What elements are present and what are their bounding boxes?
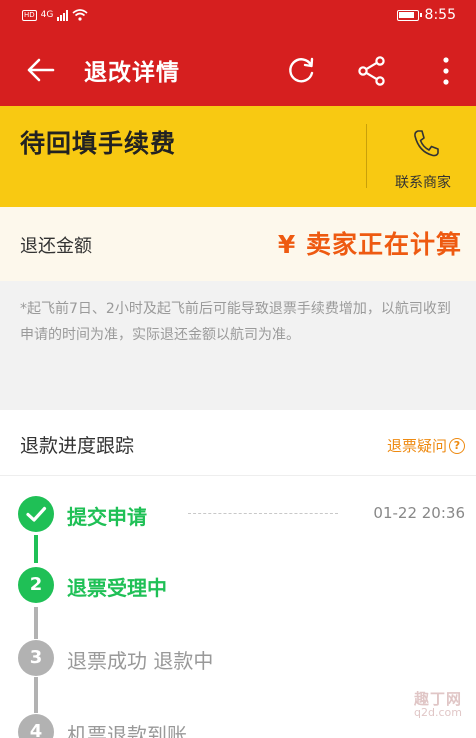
network-type: 4G — [40, 10, 54, 20]
progress-header: 退款进度跟踪 退票疑问 ? — [0, 410, 476, 476]
clock: 8:55 — [424, 7, 456, 23]
step-number: 2 — [18, 567, 54, 603]
status-banner: 待回填手续费 联系商家 — [0, 106, 476, 207]
order-status: 待回填手续费 — [20, 129, 177, 158]
contact-seller-button[interactable]: 联系商家 — [370, 122, 476, 194]
battery-icon — [396, 9, 422, 21]
status-indicators: HD 4G — [22, 9, 88, 21]
divider — [366, 124, 367, 188]
signal-icon — [57, 9, 69, 21]
step-dashed-line — [188, 513, 338, 514]
progress-step: 2 退票受理中 — [0, 567, 476, 607]
refund-faq-link[interactable]: 退票疑问 ? — [387, 435, 465, 456]
share-icon[interactable] — [356, 55, 388, 87]
step-label: 机票退款到账 — [67, 723, 187, 738]
progress-step: 提交申请 01-22 20:36 — [0, 496, 476, 536]
progress-connector — [34, 535, 38, 563]
step-label: 退票成功 退款中 — [67, 649, 214, 673]
progress-step: 3 退票成功 退款中 — [0, 640, 476, 680]
hd-icon: HD — [22, 9, 37, 21]
back-arrow-icon[interactable] — [26, 57, 56, 83]
watermark-text: 趣丁网 — [413, 690, 462, 708]
refund-amount-label: 退还金额 — [20, 236, 92, 257]
refund-amount-value: ¥ 卖家正在计算 — [277, 230, 462, 259]
refund-amount-row: 退还金额 ¥ 卖家正在计算 — [0, 207, 476, 281]
step-done-badge — [18, 496, 54, 532]
refund-note: *起飞前7日、2小时及起飞前后可能导致退票手续费增加，以航司收到申请的时间为准，… — [0, 281, 476, 399]
refund-progress-card: 退款进度跟踪 退票疑问 ? 提交申请 01-22 20:36 2 退票受理中 3… — [0, 410, 476, 738]
check-icon — [26, 506, 47, 522]
watermark: 趣丁网 q2d.com — [408, 692, 468, 720]
status-right: 8:55 — [396, 7, 456, 23]
status-bar: HD 4G 8:55 — [0, 0, 476, 33]
refresh-icon[interactable] — [285, 55, 317, 87]
progress-title: 退款进度跟踪 — [20, 435, 135, 457]
page-title: 退改详情 — [84, 60, 180, 86]
phone-icon — [414, 130, 439, 157]
more-vertical-icon[interactable] — [436, 55, 456, 87]
watermark-url: q2d.com — [414, 706, 462, 719]
step-time: 01-22 20:36 — [373, 504, 465, 522]
contact-seller-label: 联系商家 — [395, 175, 451, 191]
refund-faq-label: 退票疑问 — [386, 437, 447, 455]
step-label: 退票受理中 — [67, 576, 167, 600]
progress-connector — [34, 607, 38, 639]
wifi-icon — [72, 9, 88, 21]
step-label: 提交申请 — [67, 505, 147, 529]
step-number: 4 — [18, 714, 54, 738]
step-number: 3 — [18, 640, 54, 676]
progress-connector — [34, 677, 38, 713]
question-icon: ? — [449, 437, 465, 454]
nav-bar: 退改详情 — [0, 33, 476, 106]
progress-step: 4 机票退款到账 — [0, 714, 476, 738]
